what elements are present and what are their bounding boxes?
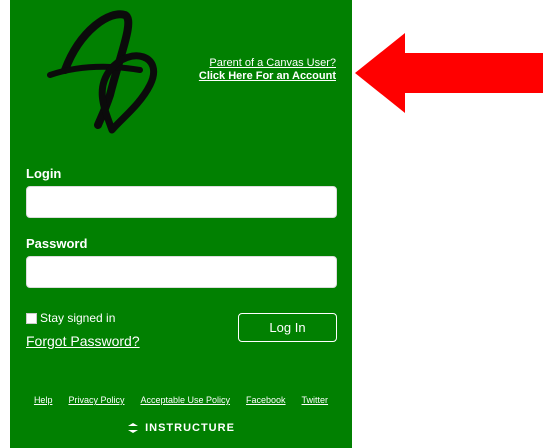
login-input[interactable] xyxy=(26,186,337,218)
stay-signed-in-label: Stay signed in xyxy=(40,311,116,325)
footer-link-twitter[interactable]: Twitter xyxy=(302,395,329,405)
footer-link-privacy-policy[interactable]: Privacy Policy xyxy=(68,395,124,405)
forgot-password-link[interactable]: Forgot Password? xyxy=(26,333,140,349)
parent-of-canvas-user-link[interactable]: Parent of a Canvas User? xyxy=(199,57,336,70)
password-label: Password xyxy=(26,236,88,251)
password-input[interactable] xyxy=(26,256,337,288)
stay-signed-in[interactable]: Stay signed in xyxy=(26,311,115,325)
footer-links: Help Privacy Policy Acceptable Use Polic… xyxy=(10,395,352,405)
school-logo xyxy=(47,10,158,134)
footer-link-help[interactable]: Help xyxy=(34,395,53,405)
red-arrow-icon xyxy=(355,33,543,113)
login-panel: Parent of a Canvas User? Click Here For … xyxy=(10,0,352,448)
footer-link-facebook[interactable]: Facebook xyxy=(246,395,286,405)
instructure-branding: INSTRUCTURE xyxy=(10,422,352,434)
stay-signed-in-checkbox[interactable] xyxy=(26,312,37,324)
create-account-link[interactable]: Click Here For an Account xyxy=(199,70,336,83)
parent-account-link-group: Parent of a Canvas User? Click Here For … xyxy=(199,57,336,83)
instructure-logo-icon xyxy=(128,423,139,433)
footer-link-acceptable-use-policy[interactable]: Acceptable Use Policy xyxy=(140,395,230,405)
instructure-label: INSTRUCTURE xyxy=(145,422,235,434)
login-label: Login xyxy=(26,166,62,181)
login-button[interactable]: Log In xyxy=(238,313,337,342)
